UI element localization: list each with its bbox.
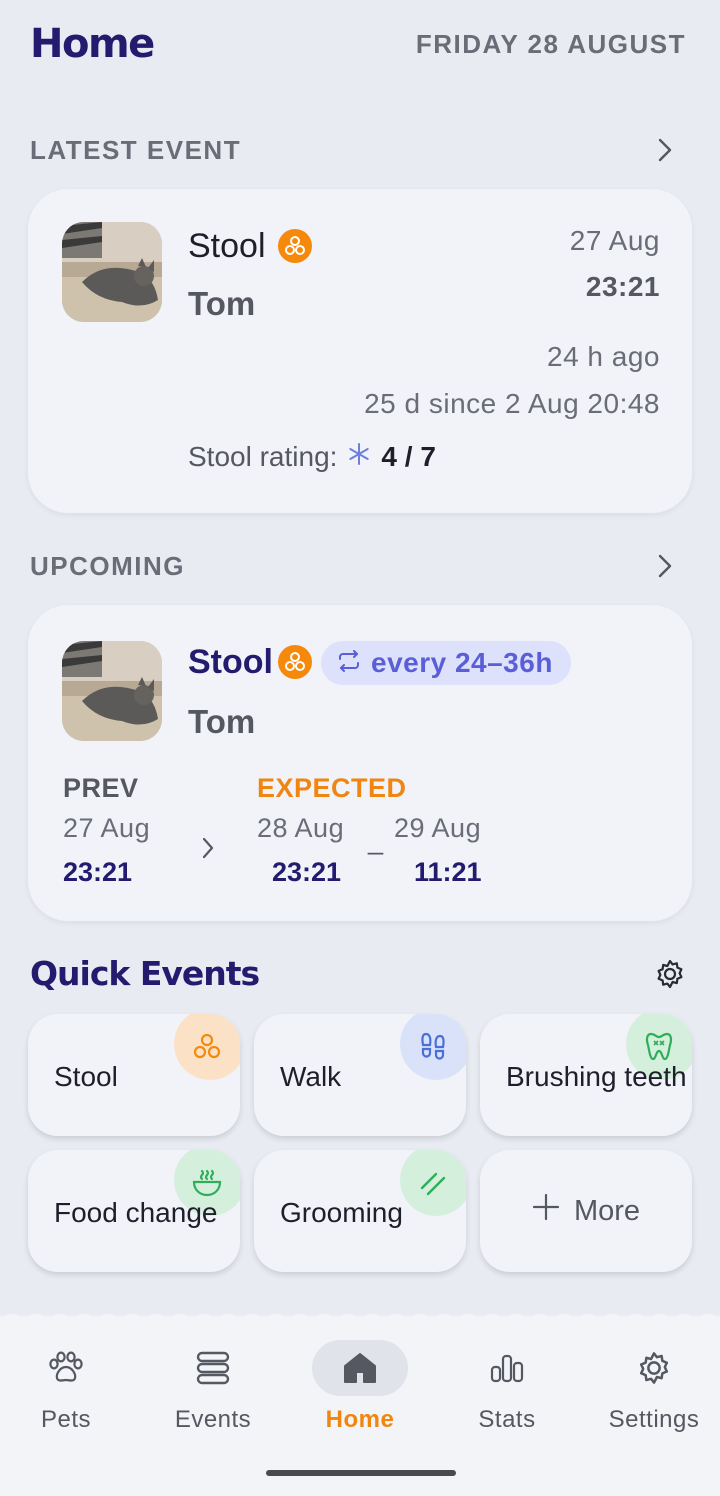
more-label: More [573,1194,641,1227]
grooming-icon [400,1150,466,1216]
asterisk-icon [347,441,371,473]
event-date: 27 Aug [569,225,660,256]
chevron-right-icon[interactable] [650,551,680,581]
quick-event-food-change[interactable]: Food change [28,1150,240,1272]
home-indicator[interactable] [266,1470,456,1476]
rating-value: 4 / 7 [381,441,436,472]
pet-photo [62,222,162,322]
stool-icon [278,229,312,263]
quick-event-grooming[interactable]: Grooming [254,1150,466,1272]
repeat-icon [337,647,361,679]
frequency-badge: every 24–36h [321,641,571,685]
nav-home[interactable]: Home [300,1340,420,1434]
stool-icon [278,645,312,679]
event-time: 23:21 [585,271,660,302]
header: Home FRIDAY 28 AUGUST [30,18,686,70]
tile-label: Grooming [280,1197,403,1228]
chevron-right-icon[interactable] [650,135,680,165]
nav-label: Pets [40,1406,92,1433]
nav-label: Events [174,1406,252,1433]
chevron-right-icon [202,837,214,864]
nav-settings[interactable]: Settings [594,1340,714,1434]
prev-time: 23:21 [63,857,133,887]
plus-icon [532,1193,560,1229]
time-since: 25 d since 2 Aug 20:48 [364,388,660,419]
latest-event-card[interactable]: Stool Tom 27 Aug 23:21 24 h ago 25 d sin… [28,189,692,513]
current-date: FRIDAY 28 AUGUST [415,28,686,59]
nav-label: Stats [478,1406,536,1433]
quick-event-brushing-teeth[interactable]: Brushing teeth [480,1014,692,1136]
quick-event-walk[interactable]: Walk [254,1014,466,1136]
expected-to-time: 11:21 [414,857,482,887]
range-separator: _ [368,825,384,855]
nav-label: Home [325,1406,395,1433]
expected-from-time: 23:21 [272,857,342,887]
tile-label: Stool [54,1061,118,1092]
gear-icon[interactable] [654,958,686,990]
event-name: Stool [188,643,273,681]
expected-label: EXPECTED [257,773,407,803]
upcoming-card[interactable]: Stool every 24–36h Tom PREV 27 Aug 23:21… [28,605,692,921]
pet-photo [62,641,162,741]
pet-name: Tom [188,285,256,322]
nav-pets[interactable]: Pets [6,1340,126,1434]
pet-name: Tom [188,703,256,740]
tile-label: Food change [54,1197,218,1228]
paw-icon [18,1340,114,1396]
footprints-icon [400,1014,466,1080]
home-icon [312,1340,408,1396]
prev-label: PREV [63,773,139,803]
prev-date: 27 Aug [63,813,151,843]
expected-from-date: 28 Aug [257,813,345,843]
upcoming-header[interactable]: UPCOMING [30,546,680,586]
event-name: Stool [188,227,266,265]
rating-label: Stool rating: [188,441,338,472]
quick-event-stool[interactable]: Stool [28,1014,240,1136]
stool-icon [174,1014,240,1080]
time-ago: 24 h ago [547,341,660,372]
stool-rating: Stool rating: 4 / 7 [188,441,436,473]
frequency-text: every 24–36h [371,647,553,678]
expected-to-date: 29 Aug [394,813,482,843]
quick-events-title: Quick Events [30,954,260,993]
tile-label: Walk [280,1061,342,1092]
list-icon [165,1340,261,1396]
nav-stats[interactable]: Stats [447,1340,567,1434]
quick-event-more-button[interactable]: More [480,1150,692,1272]
upcoming-title: UPCOMING [30,550,185,581]
bar-chart-icon [459,1340,555,1396]
latest-event-title: LATEST EVENT [30,134,242,165]
tile-label: Brushing teeth [506,1061,687,1092]
latest-event-header[interactable]: LATEST EVENT [30,130,680,170]
gear-icon [606,1340,702,1396]
page-title: Home [30,21,155,67]
nav-label: Settings [608,1406,700,1433]
nav-events[interactable]: Events [153,1340,273,1434]
